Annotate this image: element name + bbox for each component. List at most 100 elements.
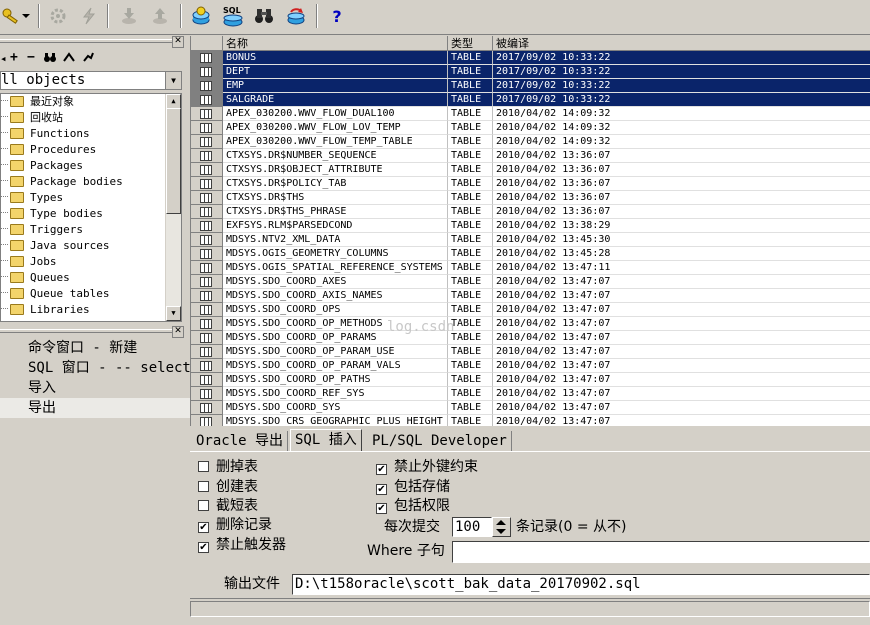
checkbox-box[interactable]: ✔ <box>198 542 209 553</box>
refresh-db-icon[interactable] <box>285 5 307 27</box>
remove-icon[interactable]: − <box>27 50 35 65</box>
arrow-icon[interactable]: ◂ <box>0 52 7 65</box>
checkbox-box[interactable] <box>198 461 209 472</box>
row-indicator[interactable] <box>191 317 223 331</box>
checkbox-box[interactable]: ✔ <box>198 522 209 533</box>
row-indicator[interactable] <box>191 387 223 401</box>
tab-sql-insert[interactable]: SQL 插入 <box>290 429 362 452</box>
include-privileges-checkbox[interactable]: ✔ 包括权限 <box>376 497 450 515</box>
table-row[interactable]: MDSYS.SDO_CRS_GEOGRAPHIC_PLUS_HEIGHT TABL… <box>191 415 870 426</box>
checkbox-box[interactable]: ✔ <box>376 464 387 475</box>
tree-item[interactable]: Libraries <box>1 302 90 318</box>
row-indicator[interactable] <box>191 191 223 205</box>
close-icon[interactable]: ✕ <box>172 326 184 338</box>
panel-grip[interactable] <box>0 329 172 333</box>
table-row[interactable]: MDSYS.SDO_COORD_OP_METHODS TABLE 2010/04/0… <box>191 317 870 331</box>
row-indicator[interactable] <box>191 373 223 387</box>
column-header-type[interactable]: 类型 <box>448 36 493 51</box>
checkbox-box[interactable] <box>198 500 209 511</box>
table-row[interactable]: MDSYS.SDO_COORD_OPS TABLE 2010/04/02 13:47… <box>191 303 870 317</box>
filter-icon[interactable] <box>63 52 75 62</box>
tree-item[interactable]: Queue tables <box>1 286 109 302</box>
pin-icon[interactable] <box>82 52 94 62</box>
window-item-sql[interactable]: SQL 窗口 - -- select <box>0 358 214 378</box>
row-indicator[interactable] <box>191 359 223 373</box>
column-header-compiled[interactable]: 被编译 <box>493 36 870 51</box>
binoculars-icon[interactable] <box>253 5 275 27</box>
table-row[interactable]: MDSYS.NTV2_XML_DATA TABLE 2010/04/02 13:45… <box>191 233 870 247</box>
column-header-name[interactable]: 名称 <box>223 36 448 51</box>
row-indicator[interactable] <box>191 331 223 345</box>
table-row[interactable]: MDSYS.SDO_COORD_OP_PARAM_USE TABLE 2010/04… <box>191 345 870 359</box>
tab-plsql-developer[interactable]: PL/SQL Developer <box>368 431 512 451</box>
tree-scrollbar[interactable]: ▲ ▼ <box>165 94 181 321</box>
row-indicator[interactable] <box>191 415 223 426</box>
table-row[interactable]: BONUS TABLE 2017/09/02 10:33:22 <box>191 51 870 65</box>
row-indicator[interactable] <box>191 163 223 177</box>
table-row[interactable]: MDSYS.OGIS_GEOMETRY_COLUMNS TABLE 2010/04/… <box>191 247 870 261</box>
tree-item[interactable]: Functions <box>1 126 90 142</box>
table-row[interactable]: MDSYS.SDO_COORD_SYS TABLE 2010/04/02 13:47… <box>191 401 870 415</box>
table-row[interactable]: APEX_030200.WWV_FLOW_DUAL100 TABLE 2010/04… <box>191 107 870 121</box>
tree-item[interactable]: Jobs <box>1 254 57 270</box>
commit-count-input[interactable]: 100 <box>452 517 492 537</box>
table-row[interactable]: MDSYS.OGIS_SPATIAL_REFERENCE_SYSTEMS TABL… <box>191 261 870 275</box>
tree-item[interactable]: Procedures <box>1 142 96 158</box>
table-row[interactable]: MDSYS.SDO_COORD_REF_SYS TABLE 2010/04/02 1… <box>191 387 870 401</box>
row-indicator[interactable] <box>191 149 223 163</box>
database-icon[interactable] <box>190 5 212 27</box>
truncate-tables-checkbox[interactable]: 截短表 <box>198 497 258 515</box>
dropdown-arrow-icon[interactable] <box>20 5 32 27</box>
row-indicator[interactable] <box>191 79 223 93</box>
tree-item[interactable]: Package bodies <box>1 174 123 190</box>
table-row[interactable]: CTXSYS.DR$NUMBER_SEQUENCE TABLE 2010/04/02… <box>191 149 870 163</box>
table-row[interactable]: CTXSYS.DR$POLICY_TAB TABLE 2010/04/02 13:3… <box>191 177 870 191</box>
tab-oracle-export[interactable]: Oracle 导出 <box>192 431 289 451</box>
add-icon[interactable]: + <box>10 50 18 65</box>
table-row[interactable]: CTXSYS.DR$OBJECT_ATTRIBUTE TABLE 2010/04/0… <box>191 163 870 177</box>
tree-item[interactable]: 最近对象 <box>1 94 74 110</box>
tree-item[interactable]: Types <box>1 190 63 206</box>
tree-item[interactable]: Java sources <box>1 238 109 254</box>
table-row[interactable]: CTXSYS.DR$THS TABLE 2010/04/02 13:36:07 <box>191 191 870 205</box>
window-item-command[interactable]: 命令窗口 - 新建 <box>0 338 214 358</box>
table-row[interactable]: EXFSYS.RLM$PARSEDCOND TABLE 2010/04/02 13:… <box>191 219 870 233</box>
row-indicator[interactable] <box>191 275 223 289</box>
where-clause-input[interactable] <box>452 541 870 563</box>
drop-tables-checkbox[interactable]: 删掉表 <box>198 458 258 476</box>
table-row[interactable]: SALGRADE TABLE 2017/09/02 10:33:22 <box>191 93 870 107</box>
disable-fk-checkbox[interactable]: ✔ 禁止外键约束 <box>376 458 478 476</box>
row-indicator[interactable] <box>191 401 223 415</box>
row-indicator[interactable] <box>191 93 223 107</box>
row-indicator[interactable] <box>191 51 223 65</box>
row-indicator[interactable] <box>191 289 223 303</box>
row-indicator[interactable] <box>191 177 223 191</box>
table-row[interactable]: MDSYS.SDO_COORD_OP_PARAMS TABLE 2010/04/02… <box>191 331 870 345</box>
object-filter-select[interactable]: ll objects ▼ <box>0 71 182 90</box>
row-indicator[interactable] <box>191 261 223 275</box>
row-indicator[interactable] <box>191 65 223 79</box>
tree-item[interactable]: Queues <box>1 270 70 286</box>
table-row[interactable]: APEX_030200.WWV_FLOW_TEMP_TABLE TABLE 2010… <box>191 135 870 149</box>
disable-triggers-checkbox[interactable]: ✔ 禁止触发器 <box>198 536 286 554</box>
row-indicator[interactable] <box>191 345 223 359</box>
row-indicator[interactable] <box>191 247 223 261</box>
table-row[interactable]: MDSYS.SDO_COORD_OP_PATHS TABLE 2010/04/02 … <box>191 373 870 387</box>
panel-grip[interactable] <box>0 39 172 43</box>
checkbox-box[interactable] <box>198 481 209 492</box>
tree-item[interactable]: Triggers <box>1 222 83 238</box>
find-icon[interactable] <box>44 52 56 62</box>
include-storage-checkbox[interactable]: ✔ 包括存储 <box>376 478 450 496</box>
table-row[interactable]: CTXSYS.DR$THS_PHRASE TABLE 2010/04/02 13:3… <box>191 205 870 219</box>
output-file-input[interactable]: D:\t158oracle\scott_bak_data_20170902.sq… <box>292 574 870 595</box>
tree-item[interactable]: 回收站 <box>1 110 63 126</box>
delete-records-checkbox[interactable]: ✔ 删除记录 <box>198 516 272 534</box>
window-item-export[interactable]: 导出 <box>0 398 214 418</box>
row-indicator[interactable] <box>191 135 223 149</box>
row-indicator[interactable] <box>191 303 223 317</box>
scroll-up-icon[interactable]: ▲ <box>166 94 181 109</box>
table-row[interactable]: MDSYS.SDO_COORD_AXIS_NAMES TABLE 2010/04/0… <box>191 289 870 303</box>
help-icon[interactable]: ? <box>326 5 348 27</box>
row-indicator[interactable] <box>191 205 223 219</box>
scroll-down-icon[interactable]: ▼ <box>166 306 181 321</box>
